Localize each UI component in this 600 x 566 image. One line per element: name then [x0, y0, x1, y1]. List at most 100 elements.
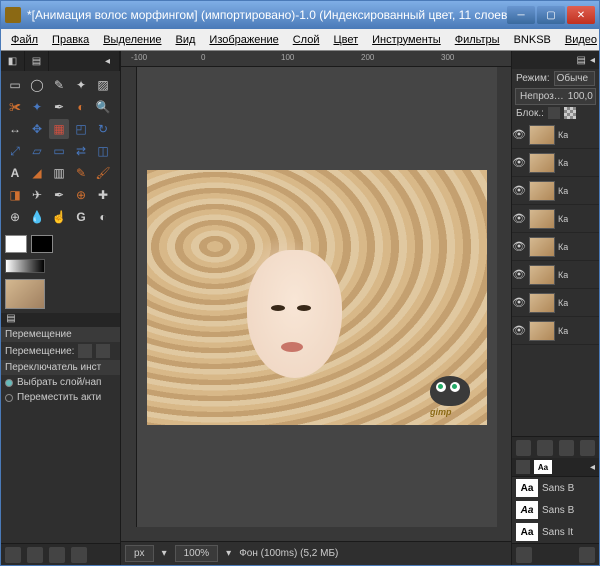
mode-select[interactable]: Обыче — [554, 71, 595, 86]
lock-pixels-icon[interactable] — [548, 107, 560, 119]
delete-options-icon[interactable] — [49, 547, 65, 563]
unit-select[interactable]: px — [125, 545, 154, 562]
font-row[interactable]: AaSans It — [512, 521, 599, 543]
delete-layer-icon[interactable] — [580, 440, 595, 456]
scrollbar-vertical[interactable] — [497, 67, 511, 527]
tool-perspective[interactable]: ▭ — [49, 141, 69, 161]
tooloptions-tab[interactable]: ▤ — [25, 51, 49, 71]
layer-row[interactable]: 👁Ка — [512, 233, 599, 261]
tool-smudge[interactable]: ☝ — [49, 207, 69, 227]
toolbox-tab[interactable]: ◧ — [1, 51, 25, 71]
tab-menu-icon[interactable]: ◂ — [96, 51, 120, 71]
menu-video[interactable]: Видео — [559, 32, 600, 48]
zoom-select[interactable]: 100% — [175, 545, 219, 562]
raise-layer-icon[interactable] — [537, 440, 552, 456]
nav-dock-icon[interactable] — [497, 527, 511, 541]
bg-color-swatch[interactable] — [31, 235, 53, 253]
layer-row[interactable]: 👁Ка — [512, 261, 599, 289]
eye-icon[interactable]: 👁 — [512, 296, 526, 309]
tool-cage[interactable]: ◫ — [93, 141, 113, 161]
tool-blur[interactable]: 💧 — [27, 207, 47, 227]
layer-row[interactable]: 👁Ка — [512, 121, 599, 149]
tool-color-picker[interactable]: ◐ — [71, 97, 91, 117]
tool-move[interactable]: ✥ — [27, 119, 47, 139]
layer-row[interactable]: 👁Ка — [512, 289, 599, 317]
menu-edit[interactable]: Правка — [46, 32, 95, 48]
layer-row[interactable]: 👁Ка — [512, 177, 599, 205]
tool-pencil[interactable]: ✎ — [71, 163, 91, 183]
close-button[interactable]: ✕ — [567, 6, 595, 24]
canvas-viewport[interactable]: gimp — [137, 67, 497, 527]
save-options-icon[interactable] — [5, 547, 21, 563]
tool-fuzzy-select[interactable]: ✦ — [71, 75, 91, 95]
tool-measure[interactable]: ↔ — [5, 119, 25, 139]
tool-zoom[interactable]: 🔍 — [93, 97, 113, 117]
layer-row[interactable]: 👁Ка — [512, 205, 599, 233]
font-menu-icon[interactable] — [579, 547, 595, 563]
tool-rect-select[interactable]: ▭ — [5, 75, 25, 95]
reset-options-icon[interactable] — [71, 547, 87, 563]
tool-dodge[interactable]: G — [71, 207, 91, 227]
tool-flip[interactable]: ⇄ — [71, 141, 91, 161]
menu-colors[interactable]: Цвет — [327, 32, 364, 48]
move-path-icon[interactable] — [96, 344, 110, 358]
opacity-value[interactable]: 100,0 — [568, 91, 593, 102]
layer-row[interactable]: 👁Ка — [512, 149, 599, 177]
tool-extra[interactable]: ◐ — [93, 207, 113, 227]
layer-row[interactable]: 👁Ка — [512, 317, 599, 345]
opt-move-row[interactable]: Переместить акти — [1, 390, 120, 405]
tool-heal[interactable]: ✚ — [93, 185, 113, 205]
tool-ink[interactable]: ✒ — [49, 185, 69, 205]
refresh-fonts-icon[interactable] — [516, 547, 532, 563]
tool-by-color[interactable]: ▨ — [93, 75, 113, 95]
menu-file[interactable]: Файл — [5, 32, 44, 48]
eye-icon[interactable]: 👁 — [512, 212, 526, 225]
tool-blend[interactable]: ▥ — [49, 163, 69, 183]
unit-dropdown-icon[interactable]: ▾ — [162, 548, 167, 559]
layers-tab-icon[interactable]: ▤ — [577, 55, 586, 66]
tool-shear[interactable]: ▱ — [27, 141, 47, 161]
tool-ellipse-select[interactable]: ◯ — [27, 75, 47, 95]
font-row[interactable]: AaSans B — [512, 477, 599, 499]
tool-paintbrush[interactable]: 🖌 — [93, 163, 113, 183]
fg-bg-colors[interactable] — [1, 231, 120, 257]
tool-paths[interactable]: ✒ — [49, 97, 69, 117]
maximize-button[interactable]: ▢ — [537, 6, 565, 24]
eye-icon[interactable]: 👁 — [512, 128, 526, 141]
menu-image[interactable]: Изображение — [203, 32, 284, 48]
menu-select[interactable]: Выделение — [97, 32, 167, 48]
tool-bucket[interactable]: ◢ — [27, 163, 47, 183]
menu-filters[interactable]: Фильтры — [449, 32, 506, 48]
lock-alpha-icon[interactable] — [564, 107, 576, 119]
eye-icon[interactable]: 👁 — [512, 184, 526, 197]
active-image-thumb[interactable] — [5, 279, 45, 309]
tool-align[interactable]: ▦ — [49, 119, 69, 139]
new-layer-icon[interactable] — [516, 440, 531, 456]
eye-icon[interactable]: 👁 — [512, 156, 526, 169]
tool-eraser[interactable]: ◨ — [5, 185, 25, 205]
tool-rotate[interactable]: ↻ — [93, 119, 113, 139]
font-sample-icon[interactable]: Aa — [534, 460, 552, 474]
scrollbar-horizontal[interactable] — [137, 527, 497, 541]
menu-bnksb[interactable]: BNKSB — [508, 32, 557, 48]
tool-free-select[interactable]: ✎ — [49, 75, 69, 95]
tool-clone[interactable]: ⊕ — [71, 185, 91, 205]
menu-tools[interactable]: Инструменты — [366, 32, 447, 48]
tab-menu-icon[interactable]: ◂ — [590, 55, 595, 66]
zoom-dropdown-icon[interactable]: ▾ — [226, 548, 231, 559]
image-canvas[interactable]: gimp — [147, 170, 487, 425]
active-gradient[interactable] — [5, 259, 45, 273]
eye-icon[interactable]: 👁 — [512, 268, 526, 281]
opt-pick-row[interactable]: Выбрать слой/нап — [1, 375, 120, 390]
quickmask-icon[interactable] — [121, 527, 137, 541]
restore-options-icon[interactable] — [27, 547, 43, 563]
fg-color-swatch[interactable] — [5, 235, 27, 253]
menu-view[interactable]: Вид — [170, 32, 202, 48]
tab-menu-icon[interactable]: ◂ — [590, 462, 595, 473]
eye-icon[interactable]: 👁 — [512, 240, 526, 253]
fonts-tab-icon[interactable] — [516, 460, 530, 474]
options-tab-icon[interactable]: ▤ — [1, 313, 21, 327]
eye-icon[interactable]: 👁 — [512, 324, 526, 337]
tool-scale[interactable]: ⤢ — [5, 141, 25, 161]
move-layer-icon[interactable] — [78, 344, 92, 358]
